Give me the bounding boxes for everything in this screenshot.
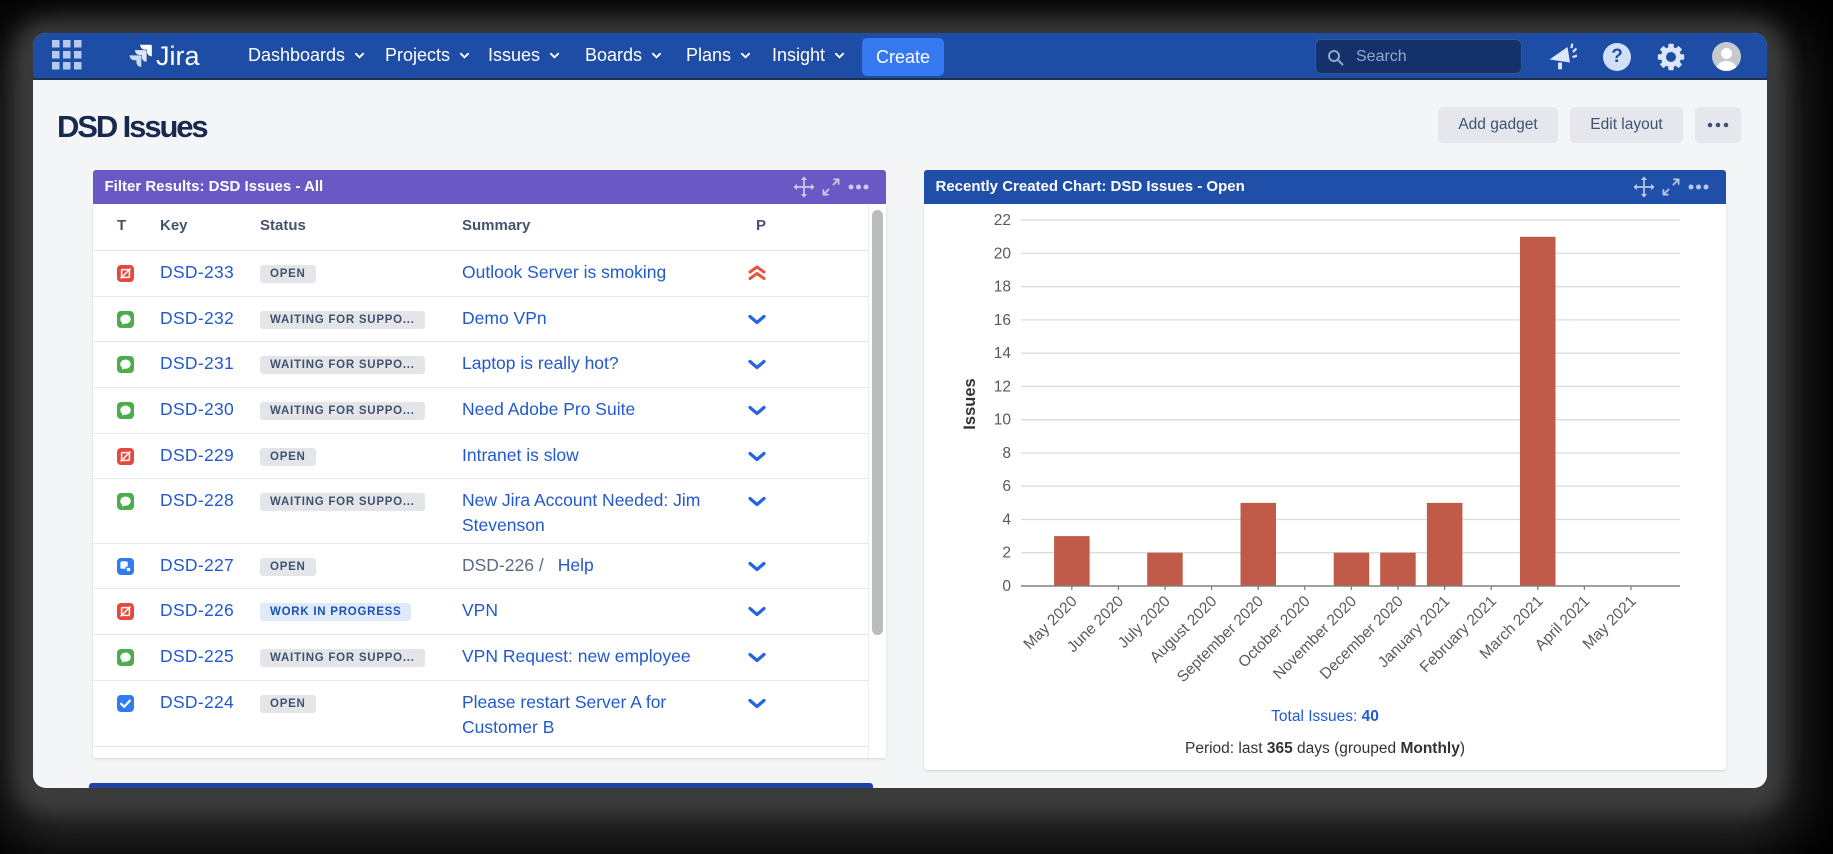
svg-text:8: 8	[1002, 445, 1011, 462]
svg-text:2: 2	[1002, 545, 1011, 562]
svg-text:November 2020: November 2020	[1270, 593, 1360, 683]
svg-text:20: 20	[994, 245, 1012, 262]
svg-text:September 2020: September 2020	[1174, 593, 1267, 686]
svg-text:16: 16	[994, 312, 1011, 329]
svg-text:12: 12	[994, 378, 1011, 395]
svg-text:0: 0	[1002, 578, 1011, 595]
svg-text:14: 14	[994, 345, 1012, 362]
svg-text:December 2020: December 2020	[1317, 593, 1407, 683]
svg-text:18: 18	[994, 279, 1011, 296]
svg-text:Total Issues: 40: Total Issues: 40	[1271, 708, 1379, 725]
svg-text:Period: last 365 days (grouped: Period: last 365 days (grouped Monthly)	[1185, 740, 1465, 757]
svg-text:Issues: Issues	[961, 378, 979, 429]
svg-text:4: 4	[1002, 512, 1011, 529]
svg-text:22: 22	[994, 212, 1011, 229]
svg-text:6: 6	[1002, 478, 1011, 495]
svg-text:10: 10	[994, 412, 1012, 429]
